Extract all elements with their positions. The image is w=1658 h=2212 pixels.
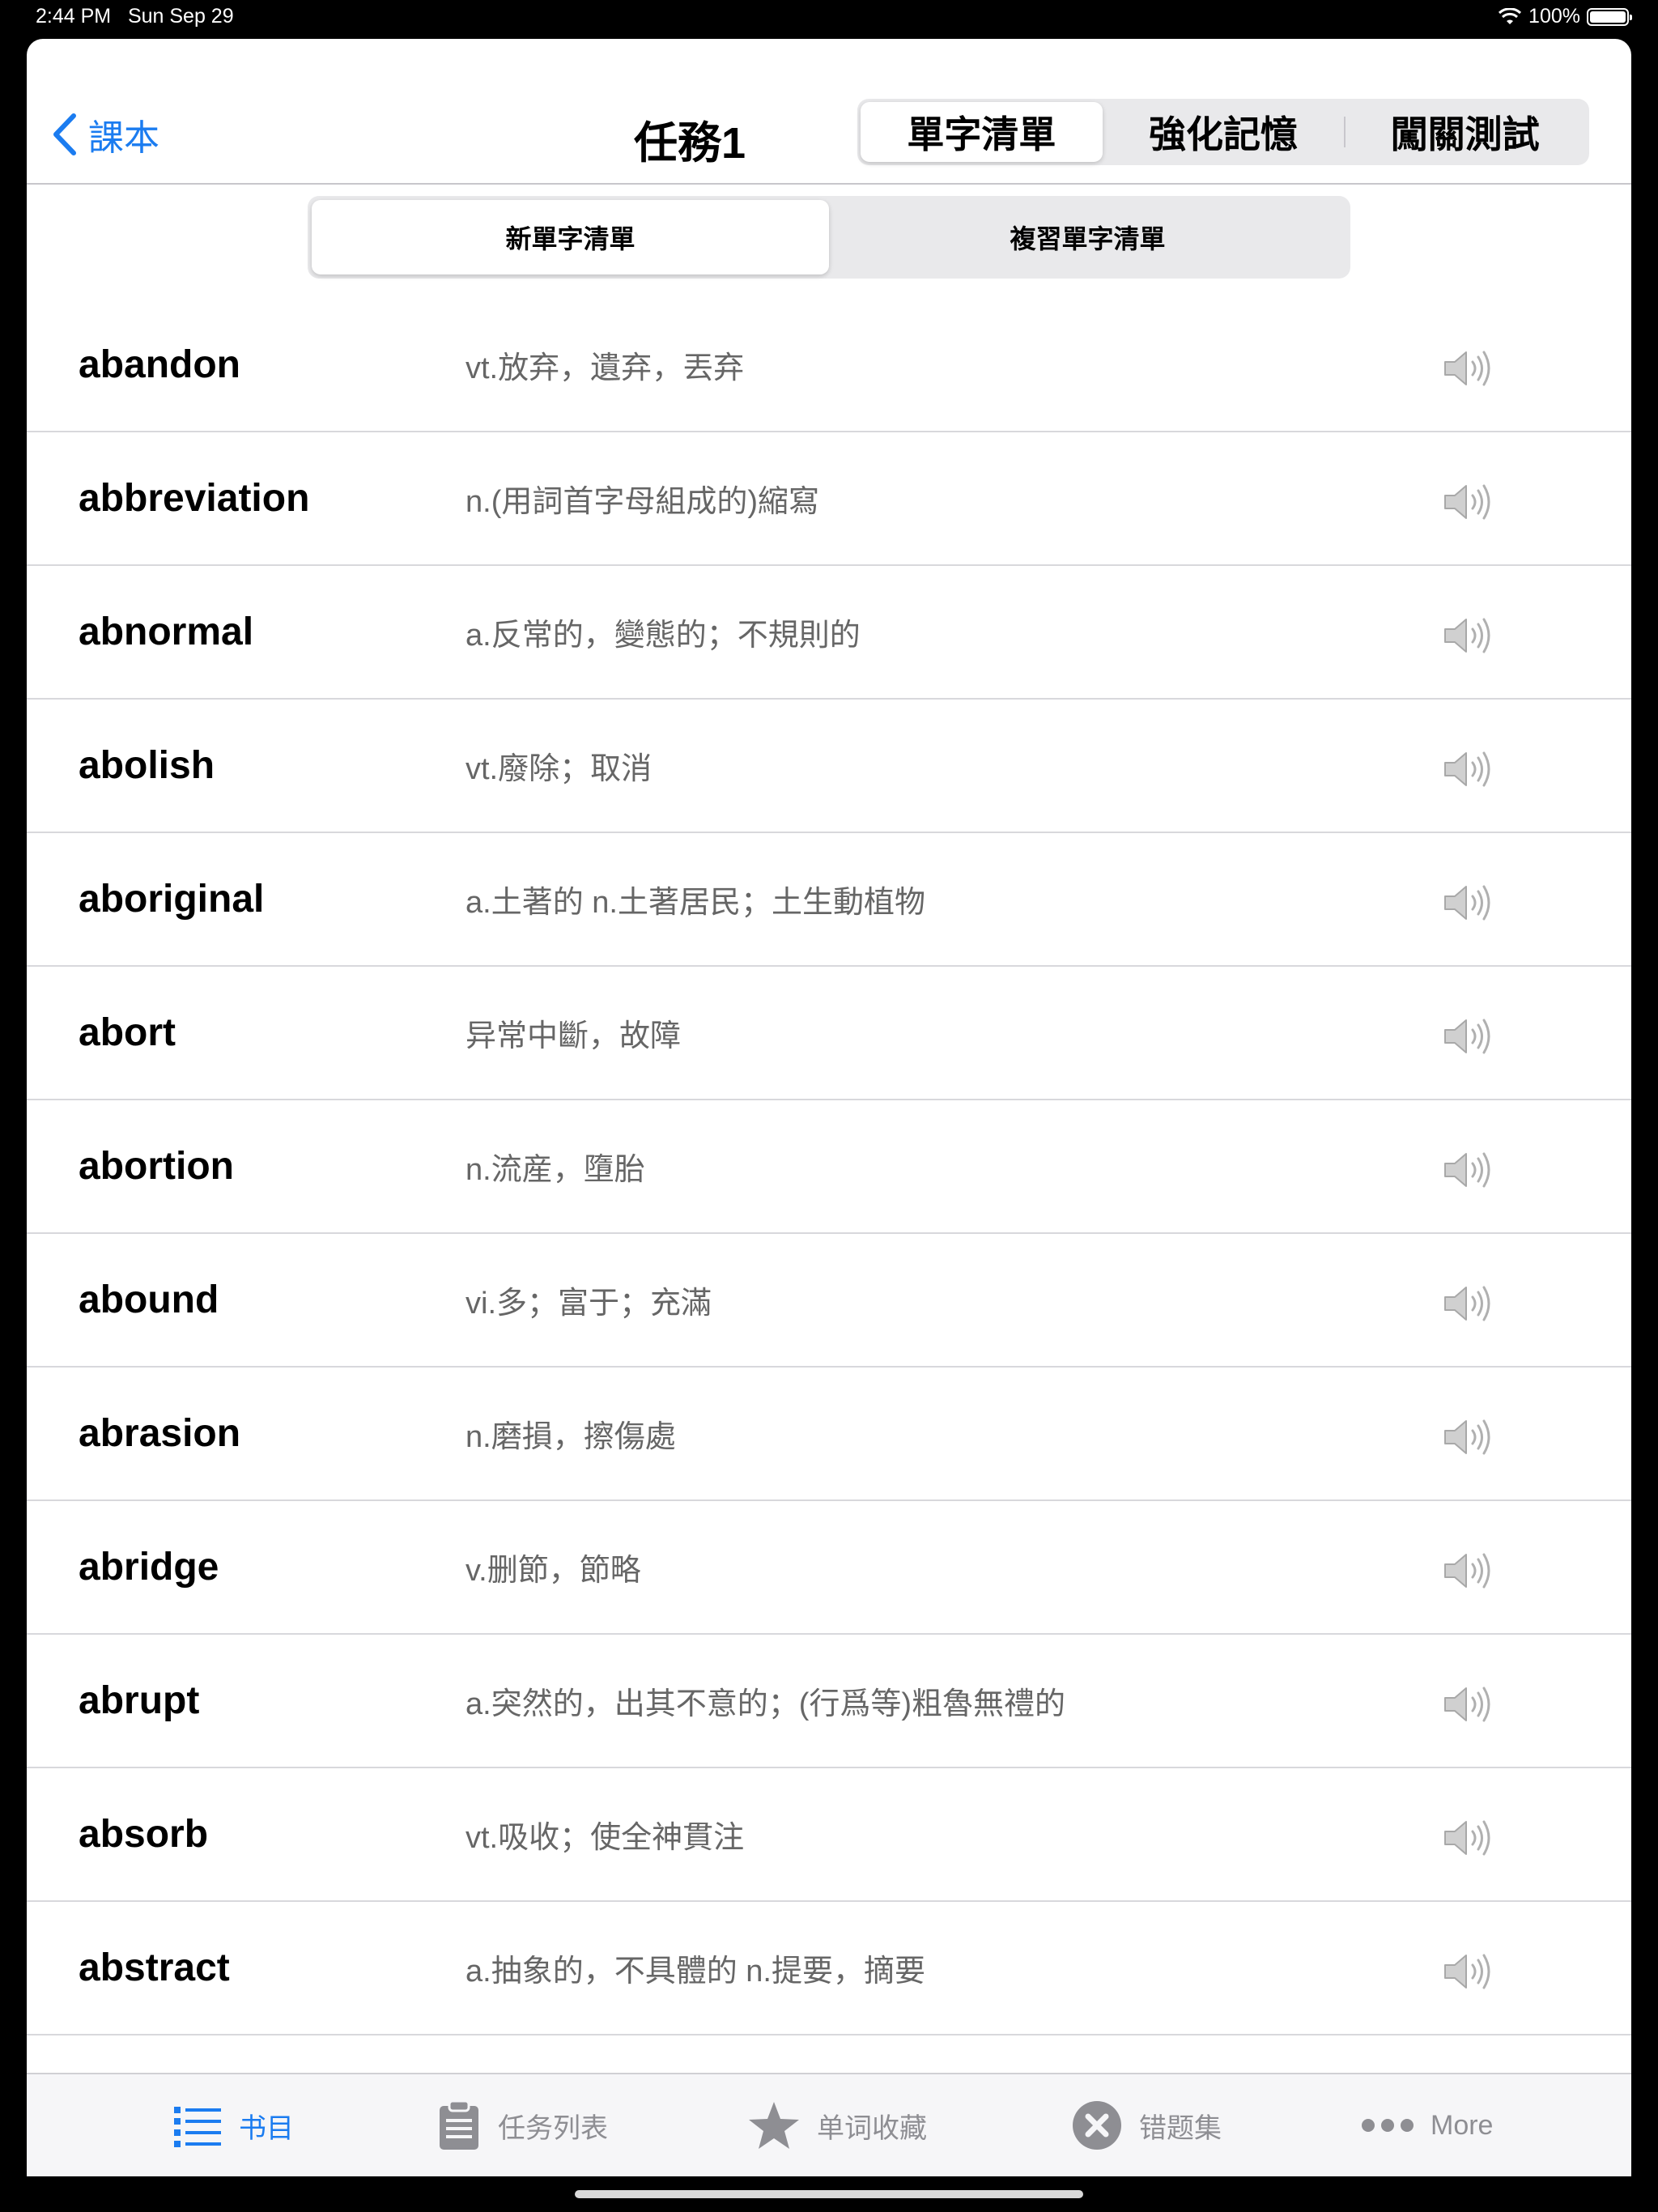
tab-label: 单词收藏: [817, 2112, 927, 2144]
word-text: abrupt: [79, 1679, 200, 1722]
word-definition: a.反常的，變態的；不規則的: [466, 619, 861, 653]
word-definition: a.突然的，出其不意的；(行爲等)粗魯無禮的: [466, 1687, 1066, 1721]
tab-favorites[interactable]: 单词收藏: [747, 2074, 927, 2176]
word-definition: a.土著的 n.土著居民；土生動植物: [466, 886, 925, 920]
list-item[interactable]: abolish vt.廢除；取消: [27, 700, 1631, 833]
word-text: absorb: [79, 1813, 209, 1856]
list-icon: [174, 2107, 221, 2147]
speaker-icon[interactable]: [1440, 1550, 1499, 1592]
tab-task-list[interactable]: 任务列表: [436, 2074, 608, 2176]
word-definition: n.流産，墮胎: [466, 1153, 645, 1187]
list-item[interactable]: abridge v.删節，節略: [27, 1501, 1631, 1635]
word-definition: v.删節，節略: [466, 1554, 641, 1588]
word-definition: a.抽象的，不具體的 n.提要，摘要: [466, 1955, 925, 1989]
tab-label: 书目: [239, 2112, 294, 2144]
word-text: abrasion: [79, 1412, 241, 1455]
more-dots-icon: [1362, 2119, 1414, 2132]
star-icon: [749, 2102, 799, 2149]
tab-bar: 书目 任务列表 单词收藏 错题集 More: [27, 2073, 1631, 2176]
list-item[interactable]: abortion n.流産，墮胎: [27, 1100, 1631, 1234]
list-item[interactable]: absorb vt.吸收；使全神貫注: [27, 1768, 1631, 1902]
clipboard-icon: [440, 2099, 478, 2150]
list-item[interactable]: abstract a.抽象的，不具體的 n.提要，摘要: [27, 1902, 1631, 2035]
word-definition: vt.放弃，遺弃，丟弃: [466, 351, 745, 385]
speaker-icon[interactable]: [1440, 1283, 1499, 1325]
list-item[interactable]: abrupt a.突然的，出其不意的；(行爲等)粗魯無禮的: [27, 1635, 1631, 1768]
status-time: 2:44 PM Sun Sep 29: [36, 5, 234, 28]
speaker-icon[interactable]: [1440, 1015, 1499, 1057]
speaker-icon[interactable]: [1440, 615, 1499, 657]
segment-test[interactable]: 闖關測試: [1344, 102, 1586, 162]
battery-percent: 100%: [1528, 5, 1580, 28]
word-text: abound: [79, 1278, 219, 1321]
tab-label: 任务列表: [498, 2112, 608, 2144]
word-list: abandon vt.放弃，遺弃，丟弃 abbreviation n.(用詞首字母組成…: [27, 299, 1631, 2035]
word-text: abnormal: [79, 610, 254, 653]
list-item[interactable]: abbreviation n.(用詞首字母組成的)縮寫: [27, 432, 1631, 566]
list-item[interactable]: abort 异常中斷，故障: [27, 967, 1631, 1100]
list-item[interactable]: abound vi.多；富于；充滿: [27, 1234, 1631, 1368]
speaker-icon[interactable]: [1440, 1817, 1499, 1859]
word-definition: vt.廢除；取消: [466, 752, 653, 786]
home-indicator: [575, 2190, 1083, 2198]
list-type-segmented-control: 新單字清單 複習單字清單: [308, 196, 1350, 279]
tab-bookshelf[interactable]: 书目: [172, 2074, 294, 2176]
speaker-icon[interactable]: [1440, 1683, 1499, 1725]
word-text: abolish: [79, 744, 215, 787]
speaker-icon[interactable]: [1440, 882, 1499, 924]
main-sheet: 課本 任務1 單字清單 強化記憶 闖關測試 新單字清單 複習單字清單 aband…: [27, 39, 1631, 2176]
navigation-bar: 課本 任務1 單字清單 強化記憶 闖關測試: [27, 39, 1631, 185]
status-bar: 2:44 PM Sun Sep 29 100%: [0, 0, 1658, 36]
word-definition: n.(用詞首字母組成的)縮寫: [466, 485, 820, 519]
list-item[interactable]: abrasion n.磨損，擦傷處: [27, 1368, 1631, 1501]
chevron-left-icon: [53, 113, 76, 155]
word-text: abandon: [79, 343, 240, 386]
wifi-icon: [1499, 7, 1522, 24]
tab-mistakes[interactable]: 错题集: [1071, 2074, 1222, 2176]
back-button[interactable]: 課本: [51, 108, 159, 160]
tab-label: 错题集: [1139, 2112, 1222, 2144]
word-definition: 异常中斷，故障: [466, 1019, 682, 1053]
speaker-icon[interactable]: [1440, 347, 1499, 389]
speaker-icon[interactable]: [1440, 748, 1499, 790]
word-text: abridge: [79, 1546, 219, 1589]
word-text: abstract: [79, 1946, 230, 1989]
list-item[interactable]: abnormal a.反常的，變態的；不規則的: [27, 566, 1631, 700]
tab-label: More: [1431, 2109, 1494, 2141]
word-definition: vt.吸收；使全神貫注: [466, 1821, 745, 1855]
list-item[interactable]: abandon vt.放弃，遺弃，丟弃: [27, 299, 1631, 432]
x-circle-icon: [1073, 2101, 1121, 2150]
word-text: abort: [79, 1011, 176, 1054]
word-text: aboriginal: [79, 878, 265, 921]
segment-memory[interactable]: 強化記憶: [1103, 102, 1345, 162]
mode-segmented-control: 單字清單 強化記憶 闖關測試: [857, 99, 1589, 165]
battery-icon: [1587, 7, 1632, 26]
tab-review-words[interactable]: 複習單字清單: [829, 200, 1346, 274]
word-definition: n.磨損，擦傷處: [466, 1420, 676, 1454]
page-title: 任務1: [634, 119, 746, 168]
word-text: abortion: [79, 1145, 234, 1188]
word-definition: vi.多；富于；充滿: [466, 1287, 712, 1321]
speaker-icon[interactable]: [1440, 481, 1499, 523]
speaker-icon[interactable]: [1440, 1149, 1499, 1191]
speaker-icon[interactable]: [1440, 1416, 1499, 1458]
speaker-icon[interactable]: [1440, 1950, 1499, 1993]
status-indicators: 100%: [1498, 5, 1632, 28]
list-item[interactable]: aboriginal a.土著的 n.土著居民；土生動植物: [27, 833, 1631, 967]
segment-word-list[interactable]: 單字清單: [861, 102, 1103, 162]
tab-more[interactable]: More: [1361, 2074, 1493, 2176]
back-label: 課本: [88, 118, 159, 158]
tab-new-words[interactable]: 新單字清單: [312, 200, 829, 274]
word-text: abbreviation: [79, 477, 310, 520]
